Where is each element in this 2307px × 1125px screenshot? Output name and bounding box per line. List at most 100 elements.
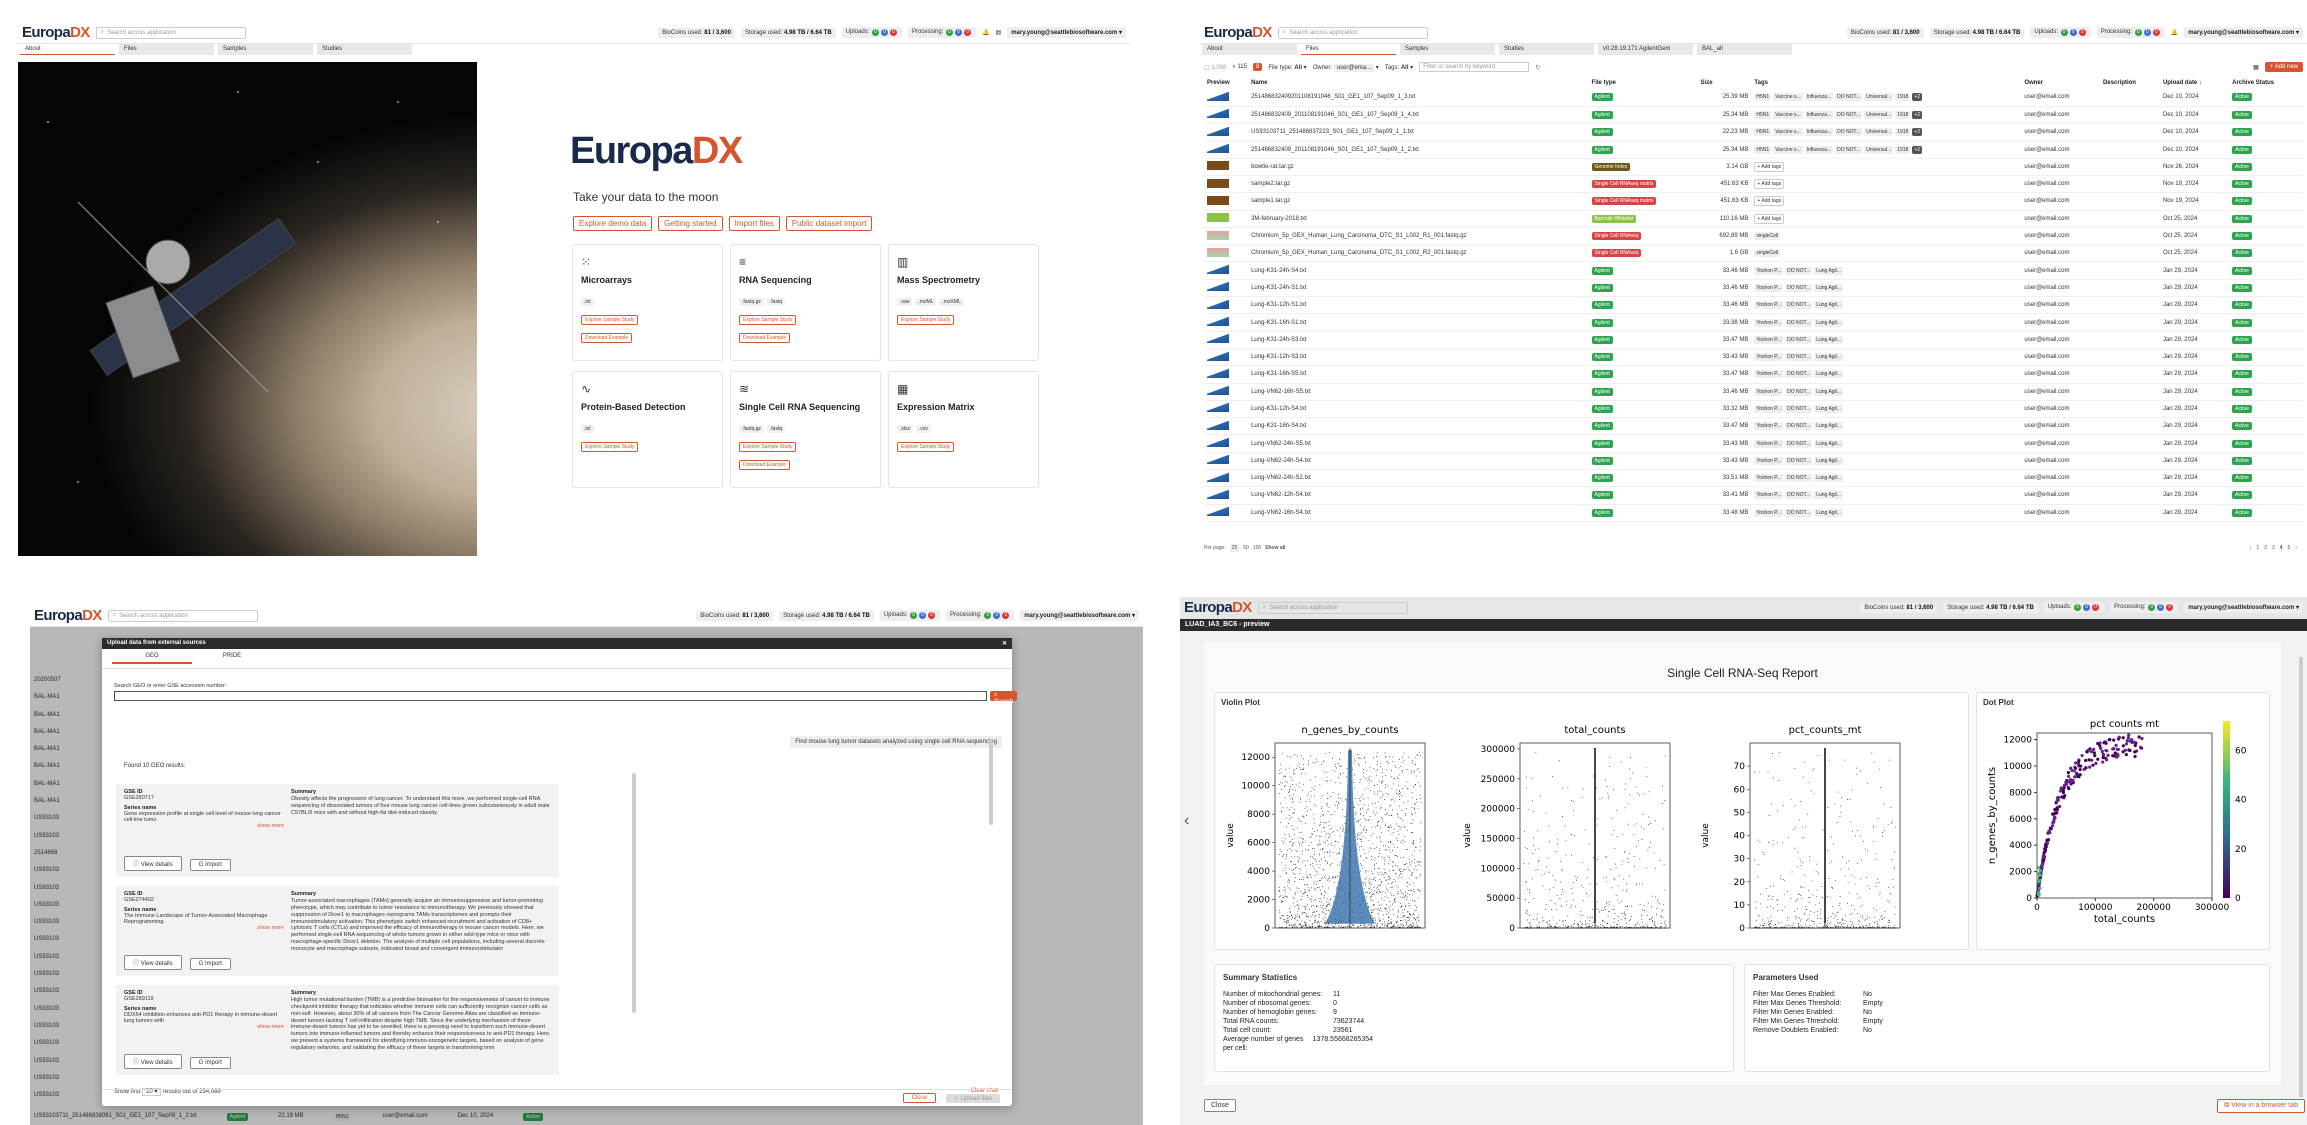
file-name[interactable]: Lung-K31-24h-S3.txt: [1248, 331, 1589, 349]
download-example-link[interactable]: Download Example: [739, 460, 791, 470]
table-row[interactable]: Lung-K31-24h-S4.txt Agilent 33.46 MB Yoshon…: [1204, 261, 2303, 280]
layout-icon[interactable]: ▦: [2253, 64, 2259, 71]
table-row[interactable]: Lung-K31-12h-S1.txt Agilent 33.46 MB Yoshon…: [1204, 296, 2303, 315]
view-details-button[interactable]: ⓘ View details: [124, 955, 182, 970]
tag-chip[interactable]: Influenza...: [1804, 128, 1834, 137]
table-row[interactable]: sample2.tar.gz Single Cell RNAseq matrix 4…: [1204, 175, 2303, 194]
column-header[interactable]: Size: [1698, 77, 1752, 89]
tag-chip[interactable]: Influenza...: [1804, 110, 1834, 119]
tag-chip[interactable]: DO NOT...: [1785, 266, 1813, 275]
file-name[interactable]: Lung-K31-16h-S5.txt: [1248, 365, 1589, 384]
column-header[interactable]: Upload date ↓: [2160, 77, 2229, 89]
tag-chip[interactable]: DO NOT...: [1785, 456, 1813, 465]
column-header[interactable]: Name: [1248, 77, 1588, 89]
file-name[interactable]: bowtie-rat.tar.gz: [1248, 158, 1589, 176]
file-name[interactable]: Lung-K31-12h-S3.txt: [1248, 348, 1589, 367]
flag-count[interactable]: 8: [1252, 63, 1263, 71]
tag-chip[interactable]: Lung Agil...: [1814, 353, 1843, 362]
tag-chip[interactable]: H5N1: [1754, 110, 1772, 119]
tag-chip[interactable]: Universal...: [1864, 145, 1894, 154]
tag-chip[interactable]: Yoshon P...: [1754, 508, 1784, 517]
per-page-100[interactable]: 100: [1253, 545, 1261, 551]
tag-chip[interactable]: Yoshon P...: [1754, 474, 1784, 483]
tag-chip[interactable]: 1918: [1895, 128, 1911, 137]
tag-chip[interactable]: Yoshon P...: [1754, 318, 1784, 327]
file-name[interactable]: Chromium_5p_GEX_Human_Lung_Carcinoma_DTC…: [1248, 244, 1589, 263]
tag-chip[interactable]: DO NOT...: [1785, 404, 1813, 413]
tag-chip[interactable]: DO NOT...: [1785, 335, 1813, 344]
table-row[interactable]: sample1.tar.gz Single Cell RNAseq matrix 4…: [1204, 192, 2303, 211]
bell-icon[interactable]: 🔔: [2171, 29, 2178, 36]
tag-chip[interactable]: DO NOT...: [1835, 93, 1863, 102]
tag-chip[interactable]: +2: [1912, 110, 1923, 119]
file-name[interactable]: Lung-K31-16h-S1.txt: [1248, 313, 1589, 332]
table-row[interactable]: Lung-VN62-24h-S5.txt Agilent 33.43 MB Yosho…: [1204, 434, 2303, 453]
table-row[interactable]: bowtie-rat.tar.gz Genome Index 3.14 GB + Ad…: [1204, 158, 2303, 176]
tab-about[interactable]: About: [20, 44, 115, 55]
tag-chip[interactable]: Lung Agil...: [1814, 439, 1843, 448]
uploads-indicator[interactable]: Uploads: 000: [2030, 27, 2091, 38]
tag-chip[interactable]: Yoshon P...: [1754, 283, 1784, 292]
table-row[interactable]: Chromium_5p_GEX_Human_Lung_Carcinoma_DTC…: [1204, 227, 2303, 246]
tag-chip[interactable]: +2: [1912, 128, 1923, 137]
tag-chip[interactable]: DO NOT...: [1785, 301, 1813, 310]
chat-scrollbar[interactable]: [989, 740, 993, 825]
tag-chip[interactable]: DO NOT...: [1785, 353, 1813, 362]
tag-chip[interactable]: +2: [1912, 145, 1923, 154]
column-header[interactable]: Archive Status: [2229, 77, 2303, 89]
file-name[interactable]: Lung-K31-24h-S4.txt: [1248, 261, 1589, 280]
tag-chip[interactable]: Yoshon P...: [1754, 353, 1784, 362]
tag-chip[interactable]: Yoshon P...: [1754, 404, 1784, 413]
search-input[interactable]: ⌕ Search across application: [1277, 26, 1428, 39]
tag-chip[interactable]: Yoshon P...: [1754, 335, 1784, 344]
close-button[interactable]: Close: [902, 1093, 936, 1103]
tag-chip[interactable]: 1918: [1895, 145, 1911, 154]
import-button[interactable]: G Import: [189, 859, 231, 871]
explore-sample-link[interactable]: Explore Sample Study: [739, 442, 797, 452]
tag-chip[interactable]: Influenza...: [1804, 93, 1834, 102]
page-link[interactable]: ›: [2295, 545, 2297, 551]
file-name[interactable]: Lung-K31-12h-S1.txt: [1248, 296, 1589, 315]
explore-demo-button[interactable]: Explore demo data: [573, 216, 653, 231]
owner-filter[interactable]: Owner: user@ema... ▾: [1313, 63, 1379, 72]
file-name[interactable]: Chromium_5p_GEX_Human_Lung_Carcinoma_DTC…: [1248, 227, 1589, 246]
page-link[interactable]: 3: [2272, 545, 2275, 551]
tag-chip[interactable]: Influenza...: [1804, 145, 1834, 154]
page-link[interactable]: 4: [2280, 545, 2283, 551]
tag-chip[interactable]: Yoshon P...: [1754, 491, 1784, 500]
tag-chip[interactable]: Yoshon P...: [1754, 439, 1784, 448]
import-button[interactable]: G Import: [189, 1057, 231, 1069]
download-example-link[interactable]: Download Example: [581, 333, 633, 343]
tab-files[interactable]: Files: [119, 44, 214, 55]
table-row[interactable]: 3M-february-2018.txt Barcode Whitelist 110…: [1204, 210, 2303, 228]
tag-chip[interactable]: DO NOT...: [1785, 370, 1813, 379]
add-tags-button[interactable]: + Add tags: [1754, 179, 1785, 190]
add-new-button[interactable]: + Add new: [2264, 62, 2303, 72]
tag-chip[interactable]: DO NOT...: [1785, 283, 1813, 292]
tag-chip[interactable]: Yoshon P...: [1754, 266, 1784, 275]
book-icon[interactable]: ▤: [996, 29, 1002, 36]
table-row[interactable]: 251486832409_201108191046_S01_GE1_107_Se…: [1204, 106, 2303, 125]
file-name[interactable]: Lung-VN62-12h-S4.txt: [1248, 486, 1589, 505]
column-header[interactable]: File type: [1589, 77, 1698, 89]
tag-chip[interactable]: Vaccine s...: [1773, 93, 1803, 102]
tab-pride[interactable]: PRIDE: [192, 653, 272, 664]
table-row[interactable]: Lung-K31-16h-S5.txt Agilent 33.47 MB Yoshon…: [1204, 365, 2303, 384]
tag-chip[interactable]: 1918: [1895, 93, 1911, 102]
table-row[interactable]: Lung-K31-16h-S1.txt Agilent 33.38 MB Yoshon…: [1204, 313, 2303, 332]
file-name[interactable]: Lung-K31-24h-S1.txt: [1248, 279, 1589, 298]
table-row[interactable]: Chromium_5p_GEX_Human_Lung_Carcinoma_DTC…: [1204, 244, 2303, 263]
table-row[interactable]: Lung-K31-24h-S1.txt Agilent 33.46 MB Yoshon…: [1204, 279, 2303, 298]
tag-chip[interactable]: Yoshon P...: [1754, 422, 1784, 431]
column-header[interactable]: Description: [2100, 77, 2160, 89]
view-details-button[interactable]: ⓘ View details: [124, 856, 182, 871]
tag-chip[interactable]: Lung Agil...: [1814, 266, 1843, 275]
table-row[interactable]: US93103711_251486837223_S01_GE1_107_Sep0…: [1204, 123, 2303, 142]
tab-geo[interactable]: GEO: [112, 653, 192, 664]
tag-chip[interactable]: Lung Agil...: [1814, 283, 1843, 292]
filetype-filter[interactable]: File type: All ▾: [1268, 64, 1306, 71]
processing-indicator[interactable]: Processing: 000: [908, 27, 977, 38]
table-row[interactable]: Lung-VN62-16h-S4.txt Agilent 33.48 MB Yosho…: [1204, 504, 2303, 522]
tag-chip[interactable]: 1918: [1895, 110, 1911, 119]
table-row[interactable]: Lung-K31-12h-S4.txt Agilent 33.32 MB Yoshon…: [1204, 400, 2303, 419]
